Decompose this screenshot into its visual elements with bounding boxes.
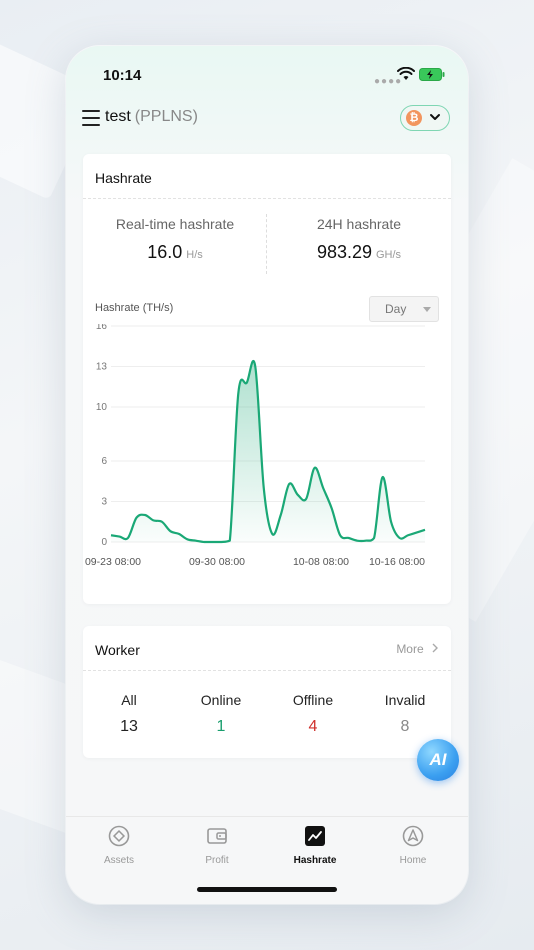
wallet-icon — [207, 828, 227, 844]
tab-label: Profit — [205, 855, 229, 866]
24h-value-row: 983.29 GH/s — [267, 242, 451, 263]
chart-icon — [305, 826, 325, 846]
divider — [83, 670, 451, 671]
worker-stat-label: Offline — [292, 692, 334, 708]
chart-y-tick-label: 3 — [101, 497, 107, 508]
period-value: Day — [385, 302, 407, 316]
account-name: test — [105, 108, 131, 125]
period-select[interactable]: Day — [369, 296, 439, 322]
top-header: test (PPLNS) ₿ — [66, 102, 468, 142]
worker-card-title: Worker — [95, 642, 140, 658]
bitcoin-icon: ₿ — [406, 110, 422, 126]
worker-stat-label: All — [121, 692, 137, 708]
coin-selector[interactable]: ₿ — [400, 105, 450, 131]
realtime-unit: H/s — [186, 249, 203, 261]
tab-label: Hashrate — [293, 855, 337, 866]
chart-y-tick-label: 16 — [96, 324, 108, 332]
chevron-down-icon — [430, 114, 440, 120]
chart-y-tick-label: 13 — [96, 362, 108, 373]
hashrate-card: Hashrate Real-time hashrate 16.0 H/s 24H … — [83, 154, 451, 604]
realtime-hashrate: Real-time hashrate 16.0 H/s — [83, 216, 267, 263]
worker-card: Worker More All 13 Online 1 Offline 4 In… — [83, 626, 451, 758]
dropdown-triangle-icon — [423, 307, 431, 312]
tab-label: Assets — [103, 855, 134, 866]
chart-x-tick-label: 10-16 08:00 — [369, 556, 425, 568]
tab-assets[interactable]: Assets — [79, 825, 159, 866]
24h-value: 983.29 — [316, 242, 372, 262]
status-time: 10:14 — [103, 67, 142, 84]
chart-x-tick-label: 09-23 08:00 — [85, 556, 141, 568]
worker-stat-value: 4 — [308, 718, 318, 735]
account-mode: (PPLNS) — [134, 108, 198, 125]
worker-stat-value: 8 — [400, 718, 410, 735]
bottom-tab-bar: Assets Profit Hashrate Home — [66, 816, 468, 875]
24h-label: 24H hashrate — [316, 216, 402, 232]
worker-stat-value: 1 — [216, 718, 226, 735]
phone-frame: 10:14 ●●●● test(PPLNS) ₿ Hashrate Real- — [66, 46, 468, 904]
worker-stat-invalid[interactable]: Invalid 8 — [359, 692, 451, 736]
worker-stat-value: 13 — [120, 718, 138, 735]
chart-y-tick-label: 6 — [101, 456, 107, 467]
worker-stat-label: Online — [200, 692, 242, 708]
more-link[interactable]: More — [396, 642, 439, 656]
chart-series-line — [110, 359, 426, 544]
assets-icon — [108, 825, 130, 847]
menu-icon[interactable] — [82, 110, 100, 126]
tab-label: Home — [399, 855, 427, 866]
status-bar: 10:14 ●●●● — [66, 46, 468, 90]
worker-stat-online[interactable]: Online 1 — [175, 692, 267, 736]
account-title[interactable]: test (PPLNS) — [105, 108, 198, 126]
hashrate-card-title: Hashrate — [95, 170, 152, 186]
tab-hashrate[interactable]: Hashrate — [275, 825, 355, 866]
chart-x-tick-label: 09-30 08:00 — [189, 556, 245, 568]
hashrate-chart: 0 3 6 10 13 16 09-23 08:00 09-30 08:00 10-08 08:… — [85, 324, 426, 568]
24h-unit: GH/s — [376, 249, 402, 261]
chart-y-tick-label: 0 — [101, 537, 107, 548]
chart-y-tick-label: 10 — [96, 402, 108, 413]
home-indicator — [197, 887, 337, 892]
worker-stat-all[interactable]: All 13 — [83, 692, 175, 736]
realtime-label: Real-time hashrate — [115, 216, 235, 232]
home-icon — [402, 825, 424, 847]
more-label: More — [396, 642, 424, 656]
chevron-right-icon — [432, 643, 438, 653]
divider — [83, 198, 451, 199]
chart-x-tick-label: 10-08 08:00 — [293, 556, 349, 568]
worker-stat-offline[interactable]: Offline 4 — [267, 692, 359, 736]
wifi-icon — [397, 67, 415, 80]
tab-home[interactable]: Home — [373, 825, 453, 866]
battery-icon — [419, 68, 445, 81]
realtime-value: 16.0 — [147, 242, 183, 262]
24h-hashrate: 24H hashrate 983.29 GH/s — [267, 216, 451, 263]
tab-profit[interactable]: Profit — [177, 825, 257, 866]
worker-stat-label: Invalid — [384, 692, 426, 708]
chart-axis-label: Hashrate (TH/s) — [95, 302, 174, 314]
realtime-value-row: 16.0 H/s — [83, 242, 267, 263]
ai-assistant-button[interactable]: AI — [417, 739, 459, 781]
